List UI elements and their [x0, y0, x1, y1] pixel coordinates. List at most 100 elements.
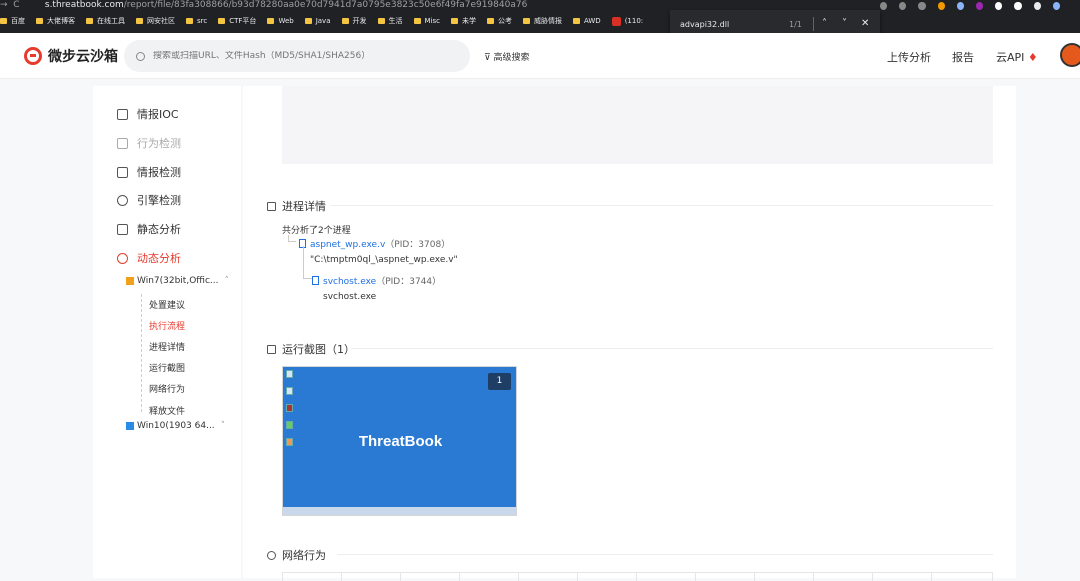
subnav-network[interactable]: 网络行为: [149, 382, 185, 395]
extension-icon[interactable]: [937, 2, 945, 10]
tree-line: [288, 235, 296, 242]
sidebar-item-behavior[interactable]: 行为检测: [117, 135, 181, 151]
tree-icon: [267, 201, 276, 211]
report-sidebar: 情报IOC 行为检测 情报检测 引擎检测 静态分析 动态分析 Win7(32bi…: [93, 86, 241, 578]
bookmark-label: 威胁情报: [533, 17, 562, 25]
chevron-up-icon: ˄: [224, 276, 230, 286]
extension-icon[interactable]: [1014, 2, 1022, 10]
extension-icon[interactable]: [1033, 2, 1041, 10]
bookmark-item[interactable]: AWD: [572, 17, 601, 25]
divider: [351, 348, 993, 349]
sidebar-item-ioc[interactable]: 情报IOC: [117, 106, 179, 122]
subnav-screenshot[interactable]: 运行截图: [149, 361, 185, 374]
logo-text: 微步云沙箱: [48, 49, 118, 65]
sidebar-item-label: 情报IOC: [137, 108, 179, 121]
env-win10[interactable]: Win10(1903 64... ˅: [126, 421, 225, 431]
url-host: s.threatbook.com: [44, 0, 124, 10]
sidebar-item-label: 情报检测: [137, 166, 181, 179]
process-link[interactable]: aspnet_wp.exe.v: [310, 240, 385, 250]
bookmark-item[interactable]: Web: [267, 17, 294, 25]
process-cmdline: "C:\tmptm0ql_\aspnet_wp.exe.v": [310, 255, 458, 265]
logo[interactable]: 微步云沙箱: [24, 46, 118, 66]
subnav-flow[interactable]: 执行流程: [149, 319, 185, 332]
close-icon[interactable]: ✕: [861, 18, 869, 29]
bookmark-item[interactable]: Java: [304, 17, 331, 25]
search-box[interactable]: [124, 40, 470, 72]
extensions-area: [880, 1, 1061, 11]
screenshot-brand-text: ThreatBook: [358, 433, 443, 450]
chevron-up-icon[interactable]: ˄: [822, 18, 827, 29]
bookmark-label: 大佬博客: [47, 17, 75, 25]
extension-icon[interactable]: [995, 2, 1003, 10]
bookmark-label: (110:: [624, 17, 644, 25]
fire-icon: ♦: [1027, 51, 1038, 64]
sidebar-item-static[interactable]: 静态分析: [117, 221, 181, 237]
env-win7[interactable]: Win7(32bit,Offic... ˄: [126, 276, 229, 286]
bookmark-label: 百度: [11, 17, 25, 25]
extension-icon[interactable]: [918, 2, 926, 10]
folder-icon: [86, 18, 93, 24]
section-title-label: 运行截图（1）: [282, 343, 355, 356]
image-icon: [117, 137, 128, 149]
chevron-down-icon: ˅: [220, 421, 226, 431]
bookmark-item[interactable]: 开发: [341, 16, 367, 26]
nav-cloud-api[interactable]: 云API ♦: [996, 49, 1038, 65]
bookmark-label: CTF平台: [229, 17, 257, 25]
bookmark-item[interactable]: 网安社区: [136, 16, 175, 26]
back-forward-icon[interactable]: → C: [0, 0, 42, 10]
nav-upload[interactable]: 上传分析: [887, 49, 931, 65]
folder-icon: [377, 18, 385, 24]
nav-report[interactable]: 报告: [952, 49, 974, 65]
process-row-1: aspnet_wp.exe.v（PID：3708）: [299, 237, 450, 250]
extension-icon[interactable]: [976, 2, 984, 10]
subnav-disposal[interactable]: 处置建议: [149, 298, 185, 311]
sidebar-item-engine[interactable]: 引擎检测: [117, 192, 181, 208]
chevron-down-icon[interactable]: ˅: [842, 18, 847, 29]
screenshot-thumbnail[interactable]: 1 ThreatBook: [282, 366, 517, 516]
sidebar-item-label: 行为检测: [137, 137, 181, 150]
bookmark-item[interactable]: Misc: [413, 17, 440, 25]
avatar[interactable]: [1060, 43, 1080, 67]
process-row-2: svchost.exe（PID：3744）: [312, 274, 441, 287]
process-pid: （PID：3708）: [385, 240, 451, 250]
search-input[interactable]: [153, 51, 453, 61]
bookmark-item[interactable]: 生活: [377, 16, 403, 26]
bookmark-item[interactable]: 公考: [486, 16, 512, 26]
report-main: 进程详情 共分析了2个进程 aspnet_wp.exe.v（PID：3708） …: [243, 86, 1016, 581]
process-link[interactable]: svchost.exe: [323, 277, 376, 287]
file-icon: [312, 276, 319, 285]
extension-icon[interactable]: [956, 2, 965, 10]
sidebar-item-dynamic[interactable]: 动态分析: [117, 250, 181, 266]
folder-icon: [267, 18, 275, 24]
site-header: 微步云沙箱 ⊽ 高级搜索 上传分析 报告 云API ♦: [0, 33, 1080, 79]
bookmark-item[interactable]: 威胁情报: [522, 16, 562, 26]
previous-section-panel: [282, 86, 993, 164]
bookmark-item[interactable]: src: [186, 17, 207, 25]
desktop-icon: [286, 421, 293, 429]
extension-icon[interactable]: [880, 2, 888, 10]
env-label: Win10(1903 64...: [137, 421, 215, 431]
search-icon: [136, 51, 145, 61]
subnav-released[interactable]: 释放文件: [149, 404, 185, 417]
extension-icon[interactable]: [1052, 2, 1061, 10]
folder-icon: [572, 18, 580, 24]
url-path: /report/file/83fa308866/b93d78280aa0e70d…: [123, 0, 528, 10]
filter-icon: ⊽: [484, 53, 491, 63]
bookmark-item[interactable]: (110:: [611, 16, 644, 26]
bookmark-label: Misc: [424, 17, 440, 25]
folder-icon: [486, 18, 494, 24]
bookmark-item[interactable]: 大佬博客: [36, 16, 75, 26]
desktop-icon: [286, 387, 293, 395]
sidebar-item-label: 动态分析: [137, 252, 181, 265]
bookmark-item[interactable]: 未学: [450, 16, 476, 26]
subnav-process[interactable]: 进程详情: [149, 340, 185, 353]
find-input[interactable]: advapi32.dll: [680, 20, 729, 29]
bookmark-label: 开发: [352, 17, 367, 25]
sidebar-item-intel[interactable]: 情报检测: [117, 164, 181, 180]
bookmark-item[interactable]: 在线工具: [86, 16, 125, 26]
advanced-search-button[interactable]: ⊽ 高级搜索: [484, 50, 529, 63]
bookmark-item[interactable]: CTF平台: [218, 16, 256, 26]
extension-icon[interactable]: [899, 2, 907, 10]
bookmark-label: 公考: [497, 17, 512, 25]
bookmark-item[interactable]: 百度: [0, 16, 25, 26]
